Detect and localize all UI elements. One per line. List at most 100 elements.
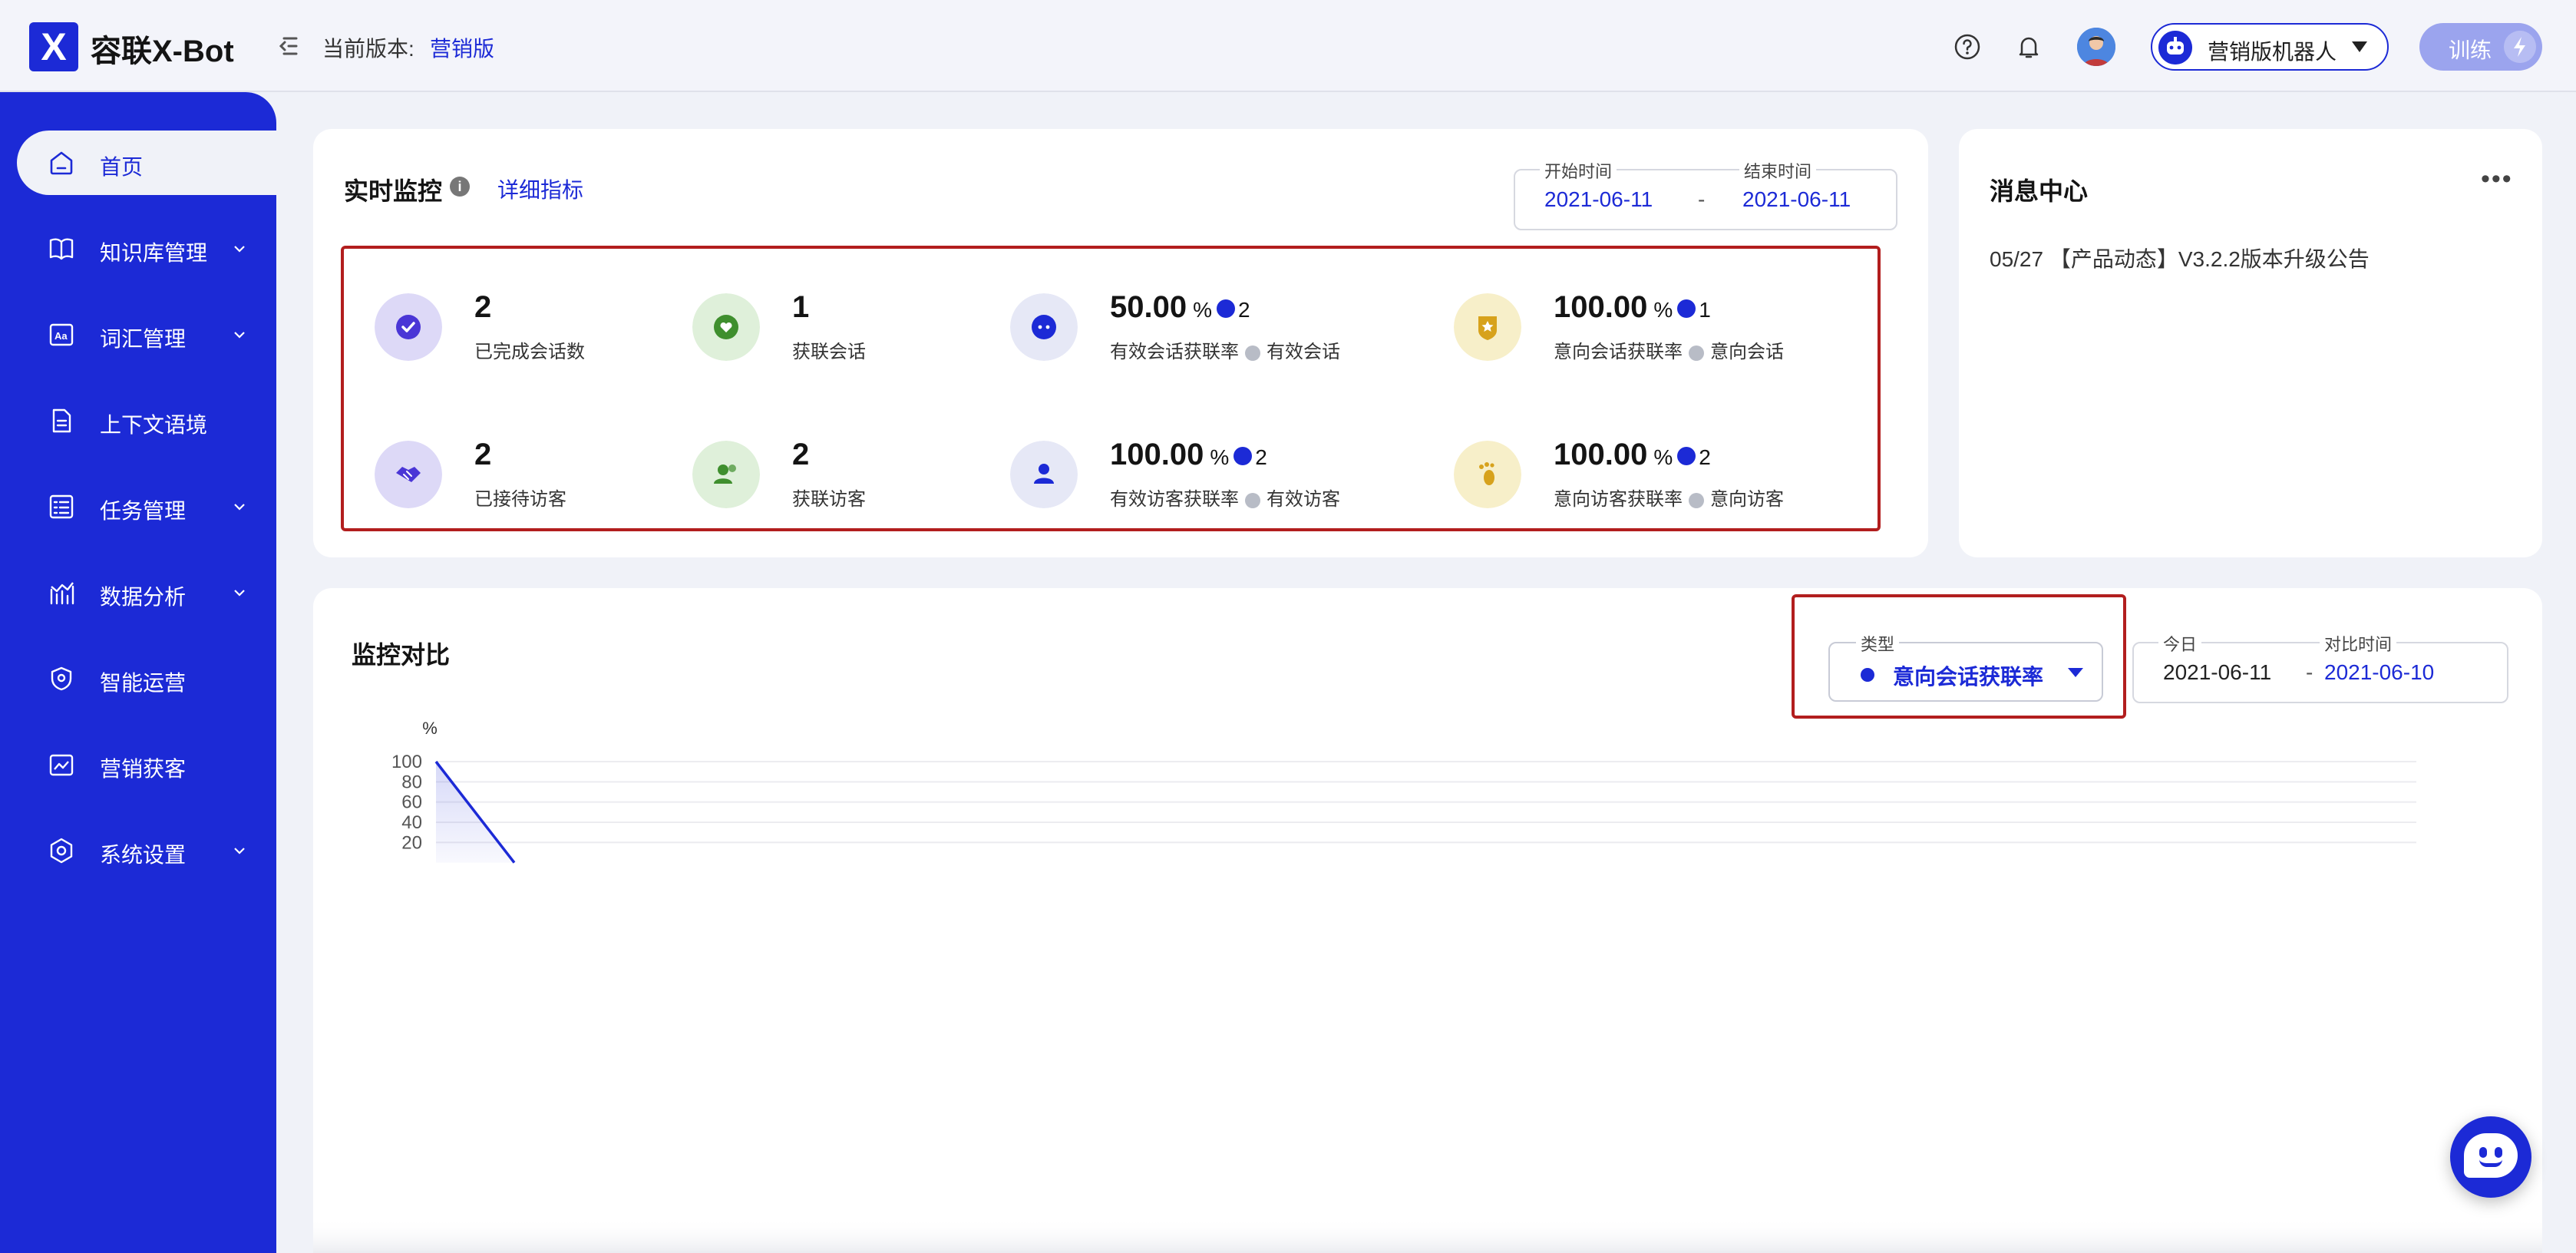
start-date-value[interactable]: 2021-06-11 <box>1544 187 1653 212</box>
metric-unit: % <box>1653 298 1673 322</box>
message-center-card: 消息中心 ••• 05/27 【产品动态】V3.2.2版本升级公告 <box>1959 129 2542 557</box>
verified-icon <box>1677 299 1696 319</box>
verified-icon <box>1217 299 1236 319</box>
chevron-down-icon <box>234 504 245 511</box>
sidebar-item-home[interactable]: 首页 <box>17 131 276 195</box>
robot-select[interactable]: 营销版机器人 <box>2151 23 2389 71</box>
collapse-menu-icon[interactable] <box>275 32 302 60</box>
top-header: X 容联X-Bot 当前版本: 营销版 营销版机器人 训练 <box>0 0 2576 92</box>
metric-count: 2 <box>1699 445 1711 469</box>
marketing-icon <box>49 754 74 776</box>
metric-sub-label: 意向访客 <box>1710 489 1784 510</box>
help-icon[interactable] <box>1953 32 1982 61</box>
end-date-value[interactable]: 2021-06-11 <box>1742 187 1851 212</box>
train-button[interactable]: 训练 <box>2419 23 2542 71</box>
sidebar-item-vocabulary[interactable]: Aa 词汇管理 <box>17 303 276 367</box>
metric-label: 已接待访客 <box>474 489 566 510</box>
sidebar: 首页 知识库管理 Aa 词汇管理 上下文语境 任务管理 数据分析 智能运营 营销… <box>0 92 276 1253</box>
check-circle-icon <box>1689 345 1704 361</box>
check-circle-icon <box>1245 345 1260 361</box>
chat-assistant-button[interactable] <box>2450 1116 2531 1198</box>
sidebar-item-label: 数据分析 <box>100 585 187 609</box>
metric-label: 有效访客获联率 有效访客 <box>1110 484 1340 511</box>
message-icon <box>1010 293 1078 361</box>
robot-select-label: 营销版机器人 <box>2208 40 2337 64</box>
more-options-icon[interactable]: ••• <box>2481 166 2513 192</box>
eye-icon <box>2479 1147 2487 1158</box>
metric-label-main: 有效会话获联率 <box>1110 342 1239 362</box>
chevron-down-icon <box>234 848 245 855</box>
metric-sub-label: 意向会话 <box>1710 342 1784 362</box>
message-item[interactable]: 05/27 【产品动态】V3.2.2版本升级公告 <box>1990 243 2370 273</box>
document-icon <box>52 408 71 433</box>
train-button-label: 训练 <box>2449 38 2492 62</box>
chat-face-icon <box>2464 1133 2518 1178</box>
sidebar-item-label: 系统设置 <box>100 843 187 867</box>
caret-down-icon <box>2068 668 2083 677</box>
analytics-icon <box>50 582 74 605</box>
sidebar-item-label: 上下文语境 <box>100 413 208 437</box>
series-dot-icon <box>1861 668 1874 682</box>
users-icon <box>692 441 760 508</box>
metric-count: 2 <box>1238 298 1250 322</box>
eye-icon <box>2495 1147 2502 1158</box>
sidebar-item-label: 词汇管理 <box>100 327 187 351</box>
mouth-icon <box>2479 1159 2502 1167</box>
sidebar-item-tasks[interactable]: 任务管理 <box>17 474 276 539</box>
sidebar-item-settings[interactable]: 系统设置 <box>17 818 276 883</box>
sidebar-item-context[interactable]: 上下文语境 <box>17 388 276 453</box>
user-icon <box>1010 441 1078 508</box>
type-value: 意向会话获联率 <box>1893 665 2044 689</box>
sidebar-item-marketing[interactable]: 营销获客 <box>17 732 276 797</box>
check-icon <box>375 293 442 361</box>
realtime-monitor-card: 实时监控 i 详细指标 开始时间 结束时间 2021-06-11 - 2021-… <box>313 129 1928 557</box>
metric-label: 获联会话 <box>792 342 866 362</box>
y-tick-label: 20 <box>401 832 422 853</box>
sidebar-item-label: 智能运营 <box>100 671 187 695</box>
type-select[interactable]: 类型 意向会话获联率 <box>1828 631 2103 702</box>
sidebar-item-analytics[interactable]: 数据分析 <box>17 560 276 625</box>
metric-label: 已完成会话数 <box>474 342 585 362</box>
metric-value: 100.00% 2 <box>1110 438 1267 472</box>
shield-icon <box>51 666 72 691</box>
chevron-down-icon <box>2352 41 2367 52</box>
footprint-icon <box>1454 441 1521 508</box>
settings-icon <box>50 838 73 864</box>
version-label: 当前版本: <box>322 37 414 61</box>
sidebar-item-label: 知识库管理 <box>100 241 208 265</box>
metric-label: 有效会话获联率 有效会话 <box>1110 336 1340 363</box>
metric-value: 100.00% 1 <box>1554 290 1711 325</box>
task-list-icon <box>49 494 74 519</box>
metric-unit: % <box>1653 445 1673 469</box>
user-avatar[interactable] <box>2077 28 2115 66</box>
verified-icon <box>1677 447 1696 466</box>
version-value[interactable]: 营销版 <box>430 32 494 63</box>
chat-heart-icon <box>692 293 760 361</box>
metric-number: 100.00 <box>1110 438 1204 471</box>
metric-unit: % <box>1210 445 1230 469</box>
y-tick-label: 40 <box>401 812 422 833</box>
badge-icon <box>1454 293 1521 361</box>
metric-sub-label: 有效会话 <box>1267 342 1340 362</box>
y-tick-label: 100 <box>391 752 422 772</box>
sidebar-item-knowledge[interactable]: 知识库管理 <box>17 217 276 281</box>
metric-label-main: 意向访客获联率 <box>1554 489 1683 510</box>
bottom-fade <box>313 1218 2542 1253</box>
home-icon <box>50 151 73 175</box>
metric-unit: % <box>1193 298 1213 322</box>
sidebar-item-label: 首页 <box>100 155 144 179</box>
check-circle-icon <box>1689 492 1704 508</box>
metric-sub-label: 有效访客 <box>1267 489 1340 510</box>
metric-label: 意向访客获联率 意向访客 <box>1554 484 1784 511</box>
info-icon[interactable]: i <box>450 177 470 197</box>
metric-value: 2 <box>792 438 810 471</box>
svg-text:Aa: Aa <box>54 330 68 342</box>
detail-metrics-link[interactable]: 详细指标 <box>497 174 583 204</box>
realtime-date-range[interactable]: 开始时间 结束时间 2021-06-11 - 2021-06-11 <box>1514 158 1897 230</box>
bell-icon[interactable] <box>2014 32 2043 61</box>
monitor-compare-card: 监控对比 今日 对比时间 2021-06-11 - 2021-06-10 % 20… <box>313 588 2542 1253</box>
message-center-title: 消息中心 <box>1990 177 2089 205</box>
y-axis-unit: % <box>422 719 438 738</box>
sidebar-item-operations[interactable]: 智能运营 <box>17 646 276 711</box>
y-tick-label: 80 <box>401 772 422 792</box>
